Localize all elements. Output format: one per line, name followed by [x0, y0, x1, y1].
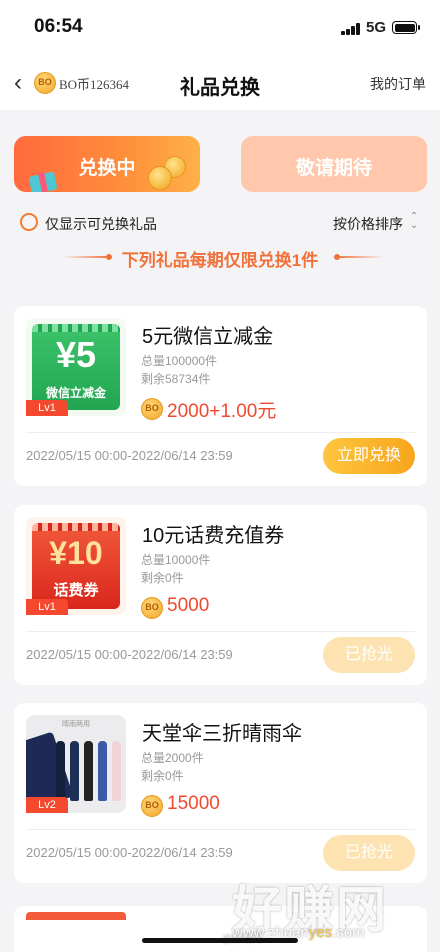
tab-coming-soon[interactable]: 敬请期待 — [241, 136, 427, 192]
level-badge: Lv2 — [26, 797, 68, 813]
voucher-icon: ¥5 微信立减金 — [32, 324, 120, 410]
network-label: 5G — [366, 19, 387, 36]
coins-icon — [146, 156, 188, 190]
gift-name: 5元微信立减金 — [142, 326, 274, 348]
signal-icon — [341, 23, 361, 35]
gift-card[interactable]: ¥5 微信立减金 Lv1 5元微信立减金 总量100000件 剩余58734件 … — [14, 306, 427, 486]
redeem-period: 2022/05/15 00:00-2022/06/14 23:59 — [26, 845, 233, 860]
divider — [26, 432, 415, 433]
nav-bar: ‹ BO BO币126364 礼品兑换 我的订单 — [0, 56, 440, 110]
redeem-period: 2022/05/15 00:00-2022/06/14 23:59 — [26, 448, 233, 463]
sort-icon[interactable]: ⌃ ⌄ — [408, 212, 420, 232]
gift-remaining: 剩余58734件 — [141, 372, 211, 386]
my-orders-link[interactable]: 我的订单 — [370, 74, 426, 94]
gift-total: 总量2000件 — [141, 751, 204, 765]
redeem-period: 2022/05/15 00:00-2022/06/14 23:59 — [26, 647, 233, 662]
gift-name: 天堂伞三折晴雨伞 — [142, 723, 302, 745]
level-badge: Lv1 — [26, 400, 68, 416]
redeemable-only-label[interactable]: 仅显示可兑换礼品 — [45, 214, 157, 234]
bo-coin-icon: BO — [141, 398, 163, 420]
redeem-now-button[interactable]: 立即兑换 — [323, 438, 415, 474]
gift-card[interactable]: 晴雨两用 Lv2 天堂伞三折晴雨伞 总量2000件 剩余0件 BO 15000 … — [14, 703, 427, 883]
umbrella-icon — [56, 741, 65, 801]
level-badge: Lv1 — [26, 599, 68, 615]
divider — [26, 829, 415, 830]
gift-price: 2000+1.00元 — [167, 401, 277, 422]
umbrella-icon — [84, 741, 93, 801]
tab-coming-soon-label: 敬请期待 — [295, 158, 372, 179]
tab-redeeming[interactable]: 兑换中 — [14, 136, 200, 192]
voucher-amount: ¥10 — [49, 535, 103, 571]
status-bar: 06:54 5G — [0, 0, 440, 56]
redeem-limit-notice: 下列礼品每期仅限兑换1件 — [121, 251, 319, 270]
voucher-icon: ¥10 话费券 — [32, 523, 120, 609]
gift-thumbnail — [26, 912, 126, 920]
gift-name: 10元话费充值券 — [142, 525, 285, 547]
voucher-caption: 微信立减金 — [45, 386, 106, 400]
battery-icon — [392, 21, 420, 34]
gift-remaining: 剩余0件 — [141, 769, 184, 783]
sold-out-button[interactable]: 已抢光 — [323, 637, 415, 673]
umbrella-icon — [98, 741, 107, 801]
umbrella-icon — [112, 741, 121, 801]
bo-coin-icon: BO — [141, 597, 163, 619]
bo-coin-icon: BO — [141, 795, 163, 817]
status-time: 06:54 — [34, 16, 83, 37]
gift-price: 5000 — [167, 595, 210, 616]
umbrella-caption: 晴雨两用 — [62, 721, 90, 728]
gift-remaining: 剩余0件 — [141, 571, 184, 585]
notice-line-right — [336, 256, 384, 258]
divider — [26, 631, 415, 632]
gift-card[interactable]: ¥10 话费券 Lv1 10元话费充值券 总量10000件 剩余0件 BO 50… — [14, 505, 427, 685]
sort-by-price-label[interactable]: 按价格排序 — [333, 214, 403, 234]
sold-out-button[interactable]: 已抢光 — [323, 835, 415, 871]
gift-total: 总量100000件 — [141, 354, 218, 368]
gift-price: 15000 — [167, 793, 220, 814]
home-indicator[interactable] — [142, 938, 298, 943]
voucher-caption: 话费券 — [53, 582, 99, 599]
voucher-amount: ¥5 — [55, 334, 97, 375]
umbrella-icon — [70, 741, 79, 801]
gift-total: 总量10000件 — [141, 553, 211, 567]
redeemable-only-radio[interactable] — [20, 213, 38, 231]
